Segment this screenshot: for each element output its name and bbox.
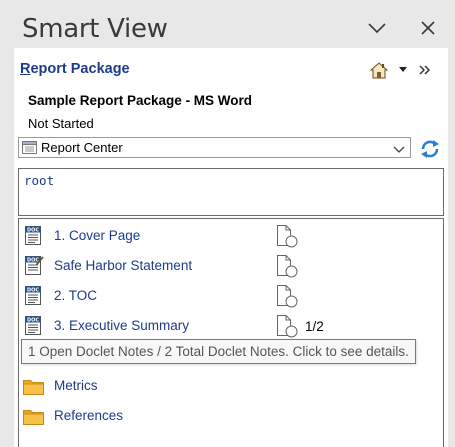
report-center-icon <box>22 141 37 154</box>
doclet-status-icon <box>275 225 299 253</box>
header-toolbar <box>370 60 432 80</box>
root-path-box[interactable]: root <box>18 168 444 216</box>
collapse-panel-button[interactable] <box>363 14 391 42</box>
root-path-text: root <box>24 173 55 188</box>
tree-item-label: Safe Harbor Statement <box>54 258 193 273</box>
header-accelerator-letter: R <box>20 61 31 77</box>
tree-item-cover-page[interactable]: DOC 1. Cover Page <box>19 223 443 249</box>
doclet-status-icon <box>275 285 299 313</box>
doclet-edit-icon: DOC <box>24 256 44 280</box>
tree-item-safe-harbor[interactable]: DOC Safe Harbor Statement <box>19 253 443 279</box>
tree-item-references[interactable]: References <box>19 403 443 429</box>
folder-icon <box>23 378 44 400</box>
chevron-down-icon <box>368 23 386 34</box>
header-label: eport Package <box>30 61 130 77</box>
panel-title: Smart View <box>22 14 168 44</box>
tree-item-label: 2. TOC <box>54 288 98 303</box>
home-button[interactable] <box>370 61 388 79</box>
doclet-notes-link[interactable]: 1/2 <box>305 319 324 334</box>
package-name: Sample Report Package - MS Word <box>28 93 253 108</box>
doclet-icon: DOC <box>24 316 42 340</box>
doclet-status-icon <box>275 255 299 283</box>
tree-item-toc[interactable]: DOC 2. TOC <box>19 283 443 309</box>
report-package-header[interactable]: Report Package <box>20 61 130 77</box>
doclet-tree: DOC 1. Cover Page DOC Safe Harbor Statem… <box>18 218 444 447</box>
close-panel-button[interactable] <box>414 14 442 42</box>
tree-item-executive-summary[interactable]: DOC 3. Executive Summary 1/2 <box>19 313 443 339</box>
more-options-button[interactable] <box>418 64 432 76</box>
refresh-icon <box>421 140 439 158</box>
svg-text:DOC: DOC <box>27 228 39 234</box>
double-chevron-right-icon <box>419 65 431 75</box>
close-icon <box>421 21 435 35</box>
tree-item-label: 1. Cover Page <box>54 228 141 243</box>
doclet-notes-tooltip: 1 Open Doclet Notes / 2 Total Doclet Not… <box>21 339 416 364</box>
home-icon <box>370 61 388 78</box>
location-select-value: Report Center <box>41 140 123 155</box>
doclet-icon: DOC <box>24 286 42 310</box>
tree-item-label: Metrics <box>54 378 98 393</box>
refresh-button[interactable] <box>418 137 442 161</box>
panel-titlebar: Smart View <box>0 0 455 48</box>
doclet-icon: DOC <box>24 226 42 250</box>
location-select[interactable]: Report Center <box>18 137 411 158</box>
caret-down-icon <box>399 67 407 72</box>
svg-text:DOC: DOC <box>27 288 39 294</box>
chevron-down-icon <box>393 142 405 160</box>
home-dropdown-button[interactable] <box>398 66 408 74</box>
folder-icon <box>23 408 44 430</box>
svg-text:DOC: DOC <box>27 318 39 324</box>
report-package-pane: Report Package Sample Report Package - M… <box>14 48 448 447</box>
tree-item-label: References <box>54 408 124 423</box>
package-status: Not Started <box>28 116 94 131</box>
tree-item-label: 3. Executive Summary <box>54 318 190 333</box>
tree-item-metrics[interactable]: Metrics <box>19 373 443 399</box>
